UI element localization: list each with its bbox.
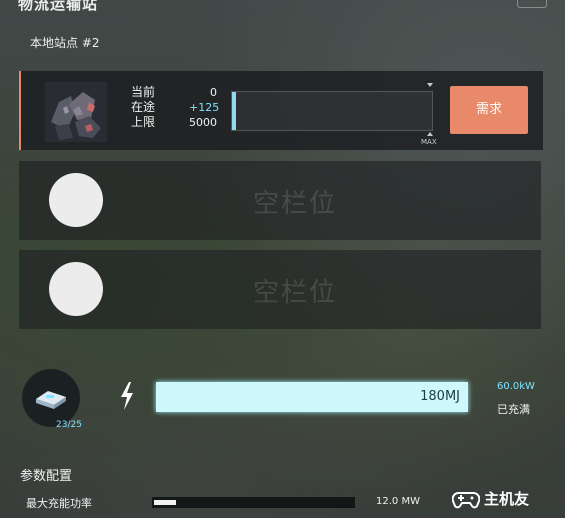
label-limit: 上限 [131,115,156,129]
empty-slot-label: 空栏位 [252,278,337,308]
storage-slot-3[interactable]: 空栏位 [19,250,541,329]
watermark-text: 主机友 [484,490,530,508]
stat-labels: 当前 在途 上限 [131,85,155,130]
energy-bar: 180MJ [156,382,468,412]
drone-slot[interactable] [22,369,80,427]
limit-up-marker-icon [427,83,433,87]
value-in-transit: +125 [189,101,220,114]
energy-stored: 180MJ [420,389,460,404]
storage-slot-1[interactable]: 当前 在途 上限 0 +125 5000 MAX 需求 [19,71,543,150]
drone-icon [36,391,66,409]
close-button[interactable] [517,0,547,8]
watermark: 主机友 [452,488,529,509]
demand-mode-button[interactable]: 需求 [450,86,528,134]
limit-max-marker-icon [427,132,433,136]
label-current: 当前 [131,85,156,99]
charge-status: 已充满 [497,403,530,416]
stat-values: 0 +125 5000 [189,85,220,130]
max-label: MAX [421,138,437,146]
lightning-icon [121,382,133,410]
max-charge-fill [154,500,176,505]
max-charge-value: 12.0 MW [376,496,420,507]
label-in-transit: 在途 [131,100,156,114]
value-current: 0 [210,86,217,99]
params-title: 参数配置 [20,469,73,484]
storage-fill [232,92,236,130]
max-charge-label: 最大充能功率 [26,497,92,510]
ore-item-icon[interactable] [45,82,107,142]
storage-slot-2[interactable]: 空栏位 [19,161,541,240]
storage-limit-slider[interactable] [231,91,433,131]
value-limit: 5000 [189,116,217,129]
gamepad-icon [452,491,480,508]
charge-power: 60.0kW [497,381,535,392]
window-title: 物流运输站 [18,0,99,13]
max-charge-slider[interactable] [152,497,355,508]
drone-count: 23/25 [56,420,82,430]
station-name: 本地站点 #2 [30,36,100,50]
empty-slot-label: 空栏位 [252,189,337,219]
